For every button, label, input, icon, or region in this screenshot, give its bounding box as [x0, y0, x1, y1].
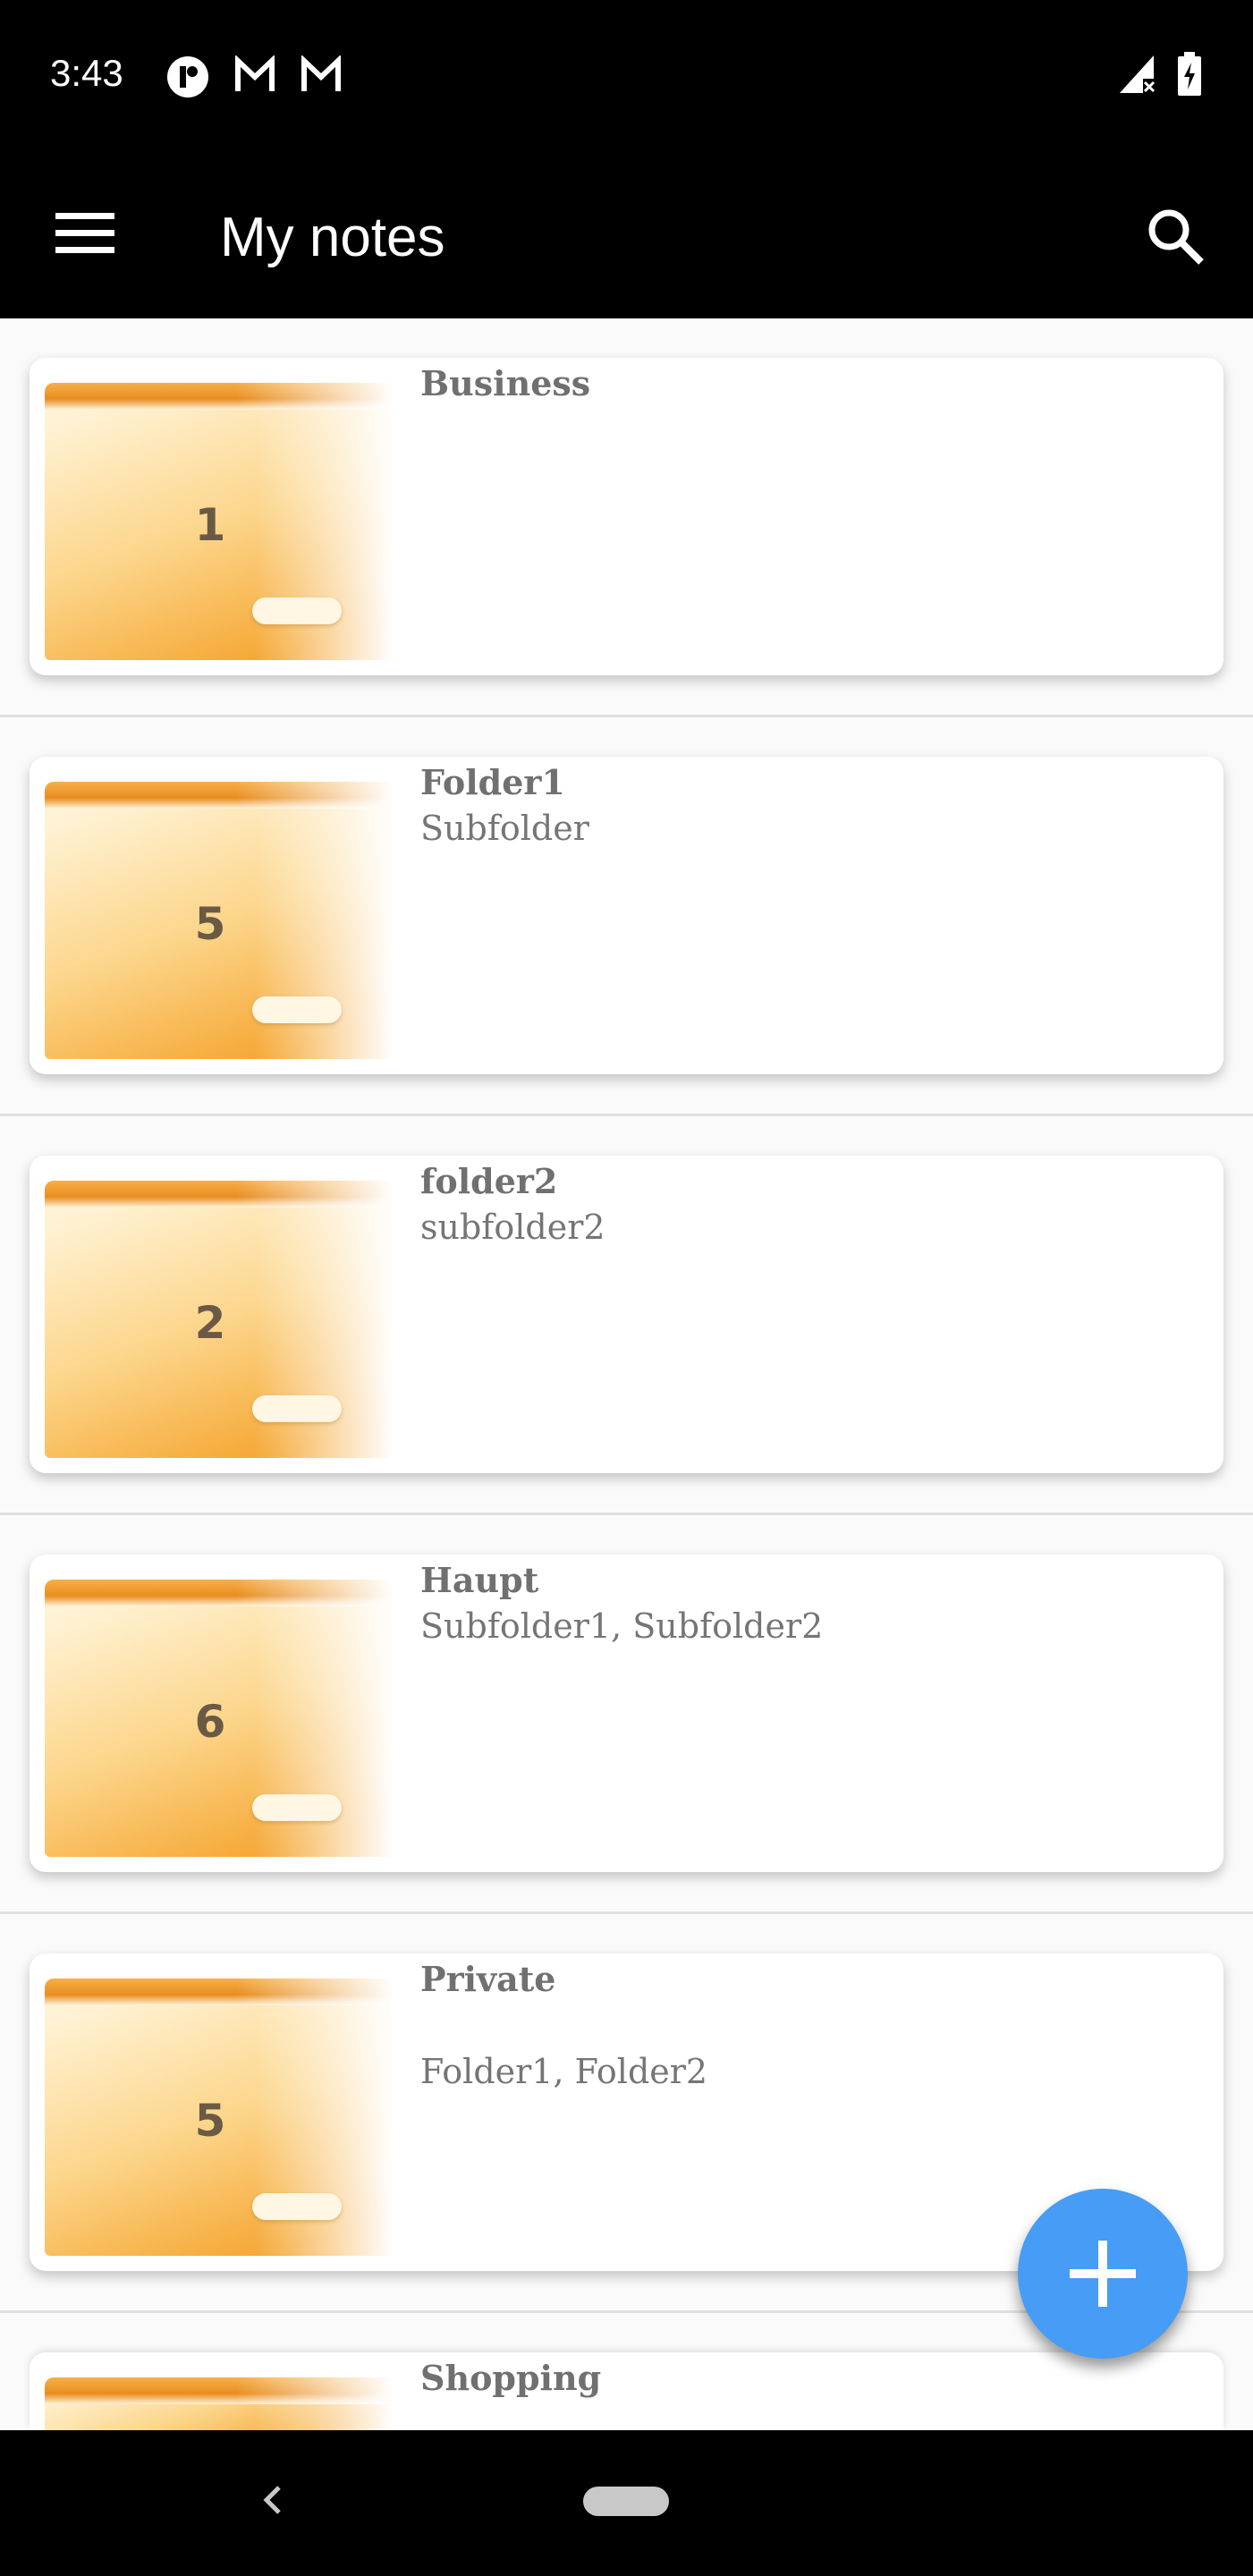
home-pill-icon[interactable]: [583, 2487, 669, 2516]
folder-card-business[interactable]: 1 Business: [30, 358, 1223, 675]
hamburger-menu-icon[interactable]: [55, 213, 114, 254]
gmail-icon: [301, 55, 341, 91]
list-item: 2 folder2 subfolder2: [0, 1116, 1253, 1515]
app-notification-icon: [167, 56, 208, 97]
folder-card-folder1[interactable]: 5 Folder1 Subfolder: [30, 757, 1223, 1074]
note-count: 5: [194, 898, 226, 950]
subfolder-list: Subfolder: [420, 809, 589, 848]
folder-name: Shopping: [420, 2358, 602, 2398]
folder-icon: 6: [45, 1580, 394, 1857]
back-chevron-icon[interactable]: [256, 2475, 288, 2525]
battery-charging-icon: [1178, 52, 1201, 96]
folder-icon: 2: [45, 1181, 394, 1458]
navigation-bar: [0, 2430, 1253, 2576]
app-toolbar: My notes: [0, 143, 1253, 318]
note-count: 5: [194, 2095, 226, 2147]
page-title: My notes: [220, 207, 445, 268]
folder-name: Haupt: [420, 1560, 539, 1600]
gmail-icon: [235, 55, 275, 91]
subfolder-list: subfolder2: [420, 1208, 605, 1247]
list-item: 1 Business: [0, 318, 1253, 717]
note-count: 2: [194, 1297, 226, 1349]
status-time: 3:43: [50, 52, 123, 94]
folder-card-shopping[interactable]: Shopping: [30, 2352, 1223, 2430]
note-count: 1: [194, 499, 226, 551]
folder-name: Business: [420, 363, 591, 403]
folder-name: Private: [420, 1959, 556, 1999]
folder-name: folder2: [420, 1161, 558, 1201]
folder-card-haupt[interactable]: 6 Haupt Subfolder1, Subfolder2: [30, 1555, 1223, 1872]
folder-card-folder2[interactable]: 2 folder2 subfolder2: [30, 1156, 1223, 1473]
folder-list[interactable]: 1 Business 5 Folder1 Subfolder 2 folder2…: [0, 318, 1253, 2430]
subfolder-list: Subfolder1, Subfolder2: [420, 1606, 824, 1646]
signal-off-icon: [1120, 55, 1156, 93]
list-item: 6 Haupt Subfolder1, Subfolder2: [0, 1515, 1253, 1914]
list-item: 5 Folder1 Subfolder: [0, 717, 1253, 1116]
folder-icon: [45, 2377, 394, 2430]
folder-name: Folder1: [420, 762, 565, 802]
subfolder-list: Folder1, Folder2: [420, 2052, 708, 2091]
search-icon[interactable]: [1145, 206, 1207, 268]
status-bar: 3:43: [0, 0, 1253, 143]
note-count: 6: [194, 1696, 226, 1748]
folder-icon: 5: [45, 782, 394, 1059]
folder-icon: 1: [45, 383, 394, 660]
add-folder-button[interactable]: [1018, 2189, 1188, 2359]
folder-icon: 5: [45, 1979, 394, 2256]
